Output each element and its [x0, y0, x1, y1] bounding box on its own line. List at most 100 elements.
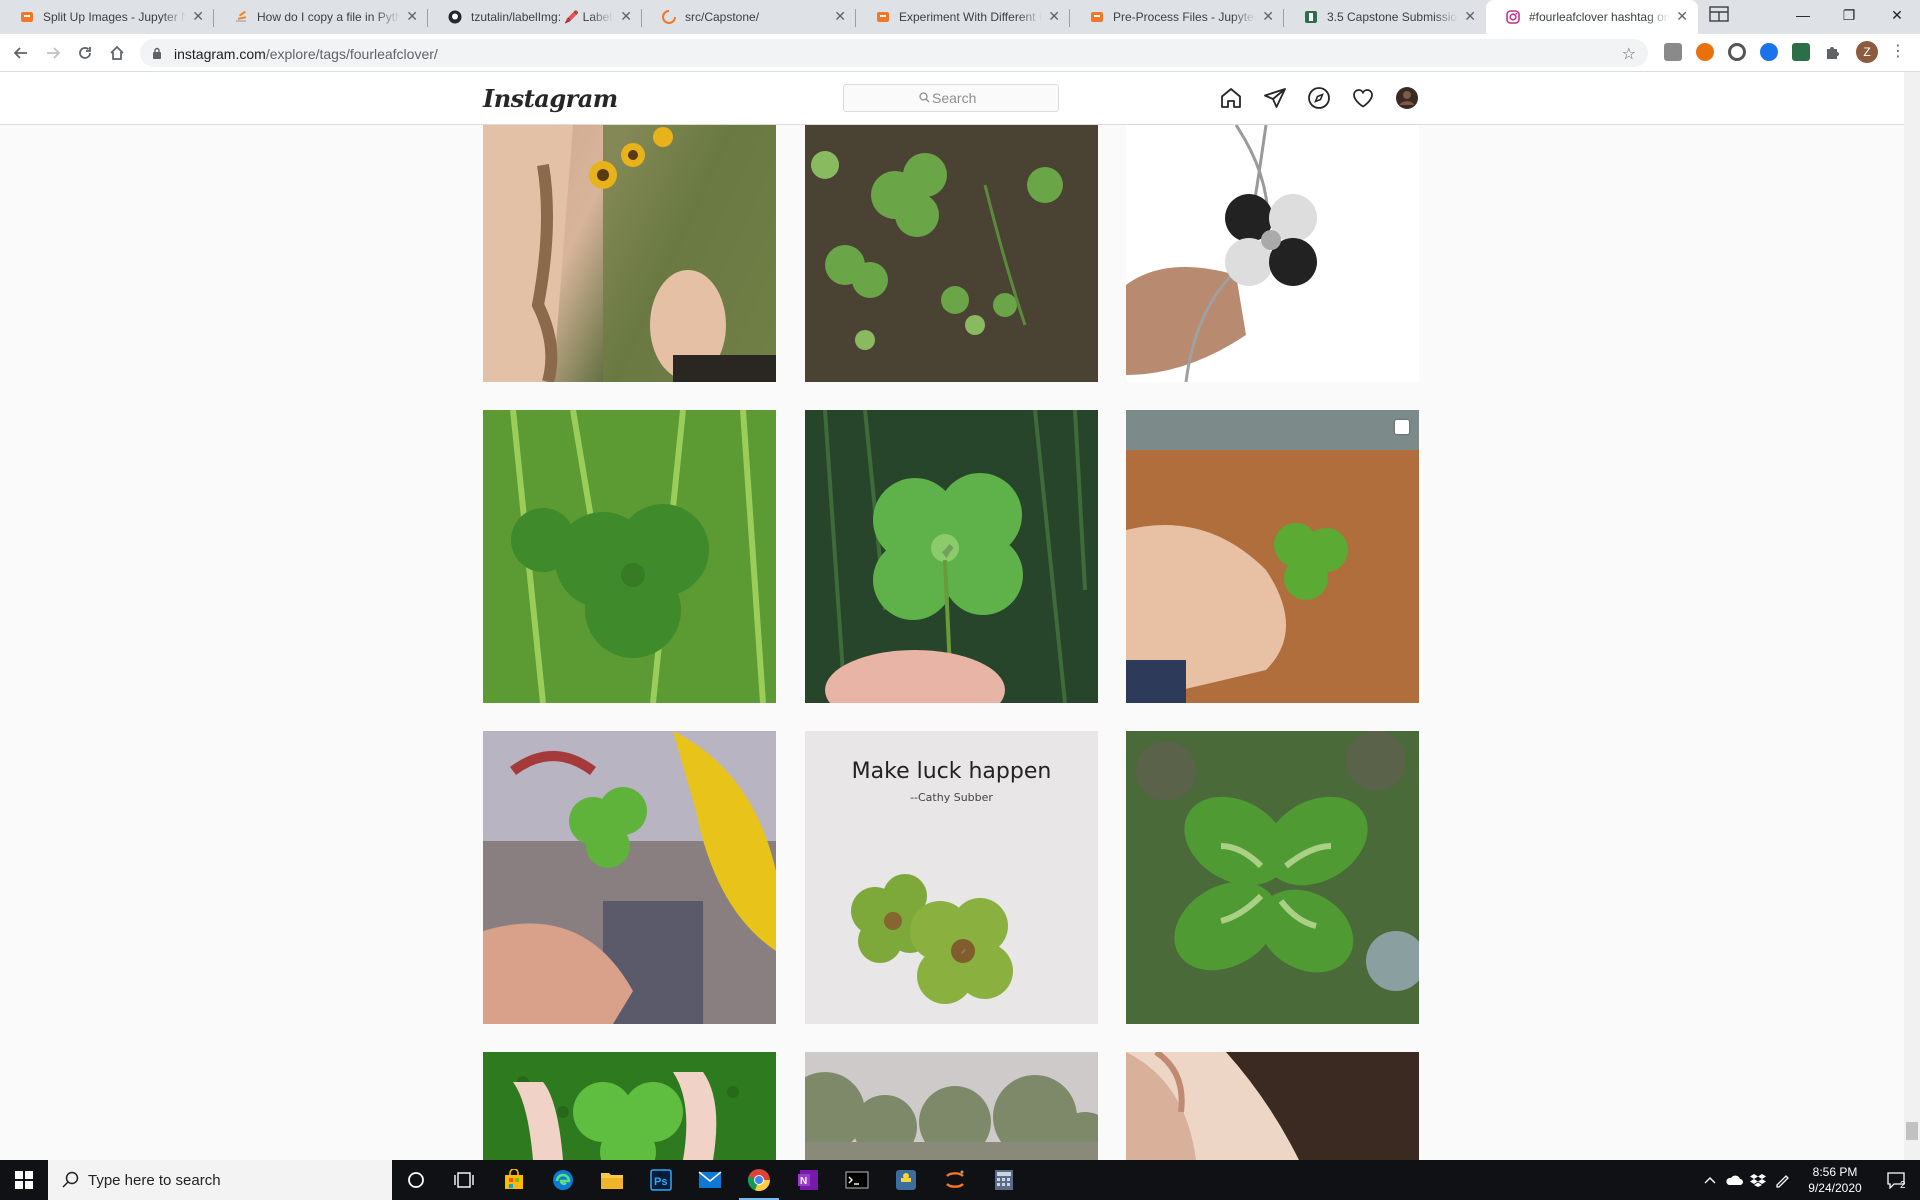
tab-title: Pre-Process Files - Jupyter Notebook: [1113, 10, 1256, 24]
chrome-icon[interactable]: [735, 1160, 783, 1200]
tab-strip: Split Up Images - Jupyter Notebook ✕ How…: [0, 0, 1920, 34]
tab-title: How do I copy a file in Python?: [257, 10, 400, 24]
close-icon[interactable]: ✕: [192, 9, 204, 23]
tab-fourleafclover-instagram[interactable]: #fourleafclover hashtag on Instagram ✕: [1486, 0, 1698, 34]
page-scrollbar[interactable]: [1904, 72, 1920, 1160]
extensions-puzzle-icon[interactable]: [1824, 43, 1842, 61]
tab-split-up-images[interactable]: Split Up Images - Jupyter Notebook ✕: [0, 0, 214, 34]
extension-blue-icon[interactable]: [1760, 43, 1778, 61]
post-thumbnail-ear-hair[interactable]: [1126, 1052, 1419, 1160]
post-thumbnail-make-luck-happen[interactable]: Make luck happen --Cathy Subber: [805, 731, 1098, 1024]
close-icon[interactable]: ✕: [1464, 9, 1476, 23]
url-path: /explore/tags/fourleafclover/: [265, 46, 438, 62]
mail-icon[interactable]: [686, 1160, 734, 1200]
close-window-button[interactable]: ✕: [1874, 0, 1920, 30]
direct-message-icon[interactable]: [1262, 85, 1288, 111]
tab-pre-process-files[interactable]: Pre-Process Files - Jupyter Notebook ✕: [1070, 0, 1284, 34]
back-button[interactable]: [9, 41, 33, 65]
show-hidden-icons-chevron[interactable]: [1700, 1160, 1720, 1200]
home-nav-icon[interactable]: [1218, 85, 1244, 111]
tab-title: #fourleafclover hashtag on Instagram: [1529, 10, 1670, 24]
clock-time: 8:56 PM: [1812, 1165, 1858, 1179]
search-input[interactable]: [932, 90, 1052, 106]
profile-avatar-icon[interactable]: [1394, 85, 1420, 111]
close-icon[interactable]: ✕: [834, 9, 846, 23]
photoshop-icon[interactable]: Ps: [637, 1160, 685, 1200]
activity-heart-icon[interactable]: [1350, 85, 1376, 111]
tab-src-capstone[interactable]: src/Capstone/ ✕: [642, 0, 856, 34]
terminal-icon[interactable]: [833, 1160, 881, 1200]
extension-orange-icon[interactable]: [1696, 43, 1714, 61]
onenote-icon[interactable]: N: [784, 1160, 832, 1200]
extension-springboard-icon[interactable]: [1792, 43, 1810, 61]
back-arrow-icon: [13, 47, 27, 59]
bookmark-star-icon[interactable]: ☆: [1622, 44, 1636, 64]
forward-arrow-icon: [47, 47, 61, 59]
action-center-button[interactable]: 2: [1876, 1160, 1916, 1200]
taskbar-search-box[interactable]: Type here to search: [48, 1160, 392, 1200]
home-button[interactable]: [105, 41, 129, 65]
tab-copy-file-python[interactable]: How do I copy a file in Python? ✕: [214, 0, 428, 34]
tab-labelimg-github[interactable]: tzutalin/labelImg: 🖍️ LabelImg is a grap…: [428, 0, 642, 34]
dropbox-icon[interactable]: [1748, 1160, 1768, 1200]
svg-text:Ps: Ps: [654, 1176, 667, 1188]
loading-icon: [662, 10, 676, 24]
microsoft-store-icon[interactable]: [490, 1160, 538, 1200]
home-icon: [110, 45, 124, 60]
minimize-button[interactable]: —: [1780, 0, 1826, 30]
post-thumbnail-girl-sunflowers[interactable]: [483, 125, 776, 382]
calculator-icon[interactable]: [980, 1160, 1028, 1200]
post-thumbnail-clover-wood-table[interactable]: [1126, 410, 1419, 703]
post-thumbnail-four-leaf-clover-hand[interactable]: [805, 410, 1098, 703]
post-thumbnail-clover-leaves[interactable]: [1126, 731, 1419, 1024]
extension-g-icon[interactable]: [1664, 43, 1682, 61]
windows-start-button[interactable]: [0, 1160, 48, 1200]
instagram-logo[interactable]: Instagram: [483, 84, 618, 113]
onedrive-cloud-icon[interactable]: [1724, 1160, 1744, 1200]
jupyter-icon: [1091, 12, 1103, 22]
url-host: instagram.com: [174, 46, 266, 62]
new-tab-button[interactable]: [1700, 0, 1736, 34]
post-thumbnail-clover-pendant[interactable]: [1126, 125, 1419, 382]
instagram-search-box[interactable]: [843, 84, 1059, 112]
task-view-icon[interactable]: [440, 1160, 488, 1200]
close-icon[interactable]: ✕: [620, 9, 632, 23]
explore-compass-icon[interactable]: [1306, 85, 1332, 111]
profile-avatar[interactable]: Z: [1856, 41, 1878, 63]
tab-capstone-submission[interactable]: 3.5 Capstone Submission - Springboard ✕: [1284, 0, 1486, 34]
post-thumbnail-clover-fingers[interactable]: [483, 1052, 776, 1160]
cortana-icon[interactable]: [392, 1160, 440, 1200]
hashtag-post-grid: Make luck happen --Cathy Subber: [0, 125, 1904, 1160]
restore-button[interactable]: ❐: [1826, 0, 1872, 30]
menu-kebab-icon[interactable]: ⋮: [1890, 43, 1906, 61]
close-icon[interactable]: ✕: [1262, 9, 1274, 23]
forward-button[interactable]: [41, 41, 65, 65]
lock-icon[interactable]: [152, 47, 162, 59]
scrollbar-thumb[interactable]: [1906, 1122, 1918, 1140]
tab-experiment-models[interactable]: Experiment With Different Models ✕: [856, 0, 1070, 34]
post-thumbnail-blurry-trees[interactable]: [805, 1052, 1098, 1160]
url-text[interactable]: instagram.com/explore/tags/fourleafclove…: [174, 46, 438, 62]
system-clock[interactable]: 8:56 PM 9/24/2020: [1800, 1164, 1870, 1196]
jupyter-icon: [877, 12, 889, 22]
tab-search-icon: [1709, 6, 1729, 22]
browser-toolbar: instagram.com/explore/tags/fourleafclove…: [0, 34, 1920, 72]
python-idle-icon[interactable]: [882, 1160, 930, 1200]
file-explorer-icon[interactable]: [588, 1160, 636, 1200]
close-icon[interactable]: ✕: [406, 9, 418, 23]
extension-circle-icon[interactable]: [1728, 43, 1746, 61]
post-thumbnail-clover-playground[interactable]: [483, 731, 776, 1024]
notification-count: 2: [1900, 1180, 1906, 1191]
edge-browser-icon[interactable]: [539, 1160, 587, 1200]
tab-title: Split Up Images - Jupyter Notebook: [43, 10, 186, 24]
reload-button[interactable]: [73, 41, 97, 65]
close-icon[interactable]: ✕: [1048, 9, 1060, 23]
tab-title: 3.5 Capstone Submission - Springboard: [1327, 10, 1458, 24]
pen-workspace-icon[interactable]: [1772, 1160, 1792, 1200]
address-bar[interactable]: instagram.com/explore/tags/fourleafclove…: [140, 39, 1648, 67]
jupyter-taskbar-icon[interactable]: [931, 1160, 979, 1200]
close-icon[interactable]: ✕: [1676, 9, 1688, 23]
post-thumbnail-large-clover-grass[interactable]: [483, 410, 776, 703]
post-thumbnail-clover-patch-soil[interactable]: [805, 125, 1098, 382]
windows-taskbar: Type here to search Ps N 8:56 PM 9/24/20…: [0, 1160, 1920, 1200]
